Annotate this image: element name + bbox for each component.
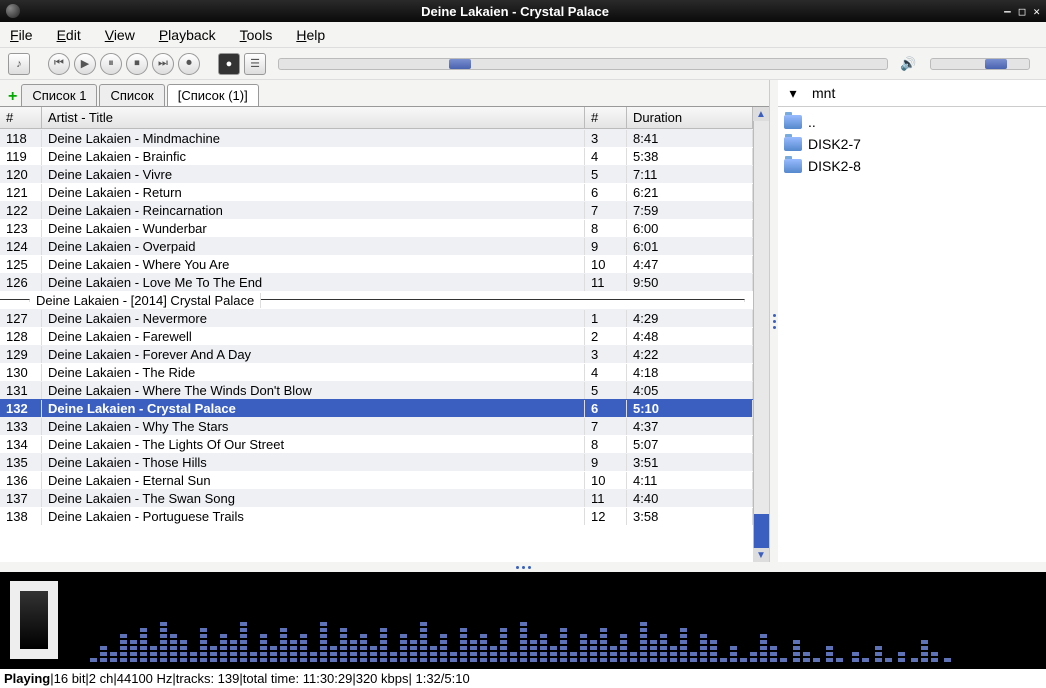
playlist-row[interactable]: 134Deine Lakaien - The Lights Of Our Str… (0, 435, 753, 453)
seek-thumb[interactable] (449, 59, 471, 69)
playlist-row[interactable]: 124Deine Lakaien - Overpaid96:01 (0, 237, 753, 255)
file-item[interactable]: DISK2-7 (780, 133, 1044, 155)
playlist-header: # Artist - Title # Duration (0, 107, 753, 129)
album-divider: Deine Lakaien - [2014] Crystal Palace (0, 291, 753, 309)
status-details: |16 bit|2 ch|44100 Hz|tracks: 139|total … (50, 671, 469, 686)
volume-thumb[interactable] (985, 59, 1007, 69)
prev-button[interactable]: ⏮ (48, 53, 70, 75)
app-icon (6, 4, 20, 18)
playlist-tabs: + Список 1Список[Список (1)] (0, 80, 769, 106)
scroll-up-icon[interactable]: ▲ (753, 107, 769, 121)
next-button[interactable]: ⏭ (152, 53, 174, 75)
playlist-scrollbar[interactable]: ▲ ▼ (753, 107, 769, 562)
playlist-row[interactable]: 122Deine Lakaien - Reincarnation77:59 (0, 201, 753, 219)
playlist-row[interactable]: 125Deine Lakaien - Where You Are104:47 (0, 255, 753, 273)
playlist-row[interactable]: 123Deine Lakaien - Wunderbar86:00 (0, 219, 753, 237)
file-browser: ▾ mnt ..DISK2-7DISK2-8 (778, 80, 1046, 562)
playlist-row[interactable]: 126Deine Lakaien - Love Me To The End119… (0, 273, 753, 291)
folder-icon (784, 137, 802, 151)
maximize-button[interactable]: □ (1019, 5, 1026, 18)
toolbar: ♪ ⏮ ▶ ⏸ ⏹ ⏭ ⏺ ● ☰ 🔊 (0, 48, 1046, 80)
album-art (10, 581, 58, 659)
menu-playback[interactable]: Playback (159, 27, 216, 43)
pane-resize-handle[interactable] (770, 80, 778, 562)
playlist-tab[interactable]: [Список (1)] (167, 84, 259, 106)
menu-file[interactable]: File (10, 27, 33, 43)
playlist-row[interactable]: 138Deine Lakaien - Portuguese Trails123:… (0, 507, 753, 525)
playlist-row[interactable]: 128Deine Lakaien - Farewell24:48 (0, 327, 753, 345)
menubar: File Edit View Playback Tools Help (0, 22, 1046, 48)
playlist-row[interactable]: 137Deine Lakaien - The Swan Song114:40 (0, 489, 753, 507)
vinyl-icon[interactable]: ● (218, 53, 240, 75)
add-tab-button[interactable]: + (4, 88, 21, 106)
playlist-tab[interactable]: Список (99, 84, 164, 106)
playlist-row[interactable]: 130Deine Lakaien - The Ride44:18 (0, 363, 753, 381)
scroll-down-icon[interactable]: ▼ (753, 548, 769, 562)
playlist-icon[interactable]: ☰ (244, 53, 266, 75)
browser-path: mnt (812, 85, 835, 101)
menu-view[interactable]: View (105, 27, 135, 43)
col-artist-title[interactable]: Artist - Title (42, 107, 585, 128)
playlist-tab[interactable]: Список 1 (21, 84, 97, 106)
volume-slider[interactable] (930, 58, 1030, 70)
col-index[interactable]: # (0, 107, 42, 128)
seek-slider[interactable] (278, 58, 888, 70)
statusbar: Playing |16 bit|2 ch|44100 Hz|tracks: 13… (0, 668, 1046, 688)
playlist-row[interactable]: 133Deine Lakaien - Why The Stars74:37 (0, 417, 753, 435)
playlist-row[interactable]: 120Deine Lakaien - Vivre57:11 (0, 165, 753, 183)
scroll-thumb[interactable] (754, 514, 769, 548)
playlist-row[interactable]: 136Deine Lakaien - Eternal Sun104:11 (0, 471, 753, 489)
music-note-icon[interactable]: ♪ (8, 53, 30, 75)
horizontal-resize-handle[interactable] (0, 562, 1046, 572)
pause-button[interactable]: ⏸ (100, 53, 122, 75)
menu-edit[interactable]: Edit (57, 27, 81, 43)
playlist: # Artist - Title # Duration 118Deine Lak… (0, 107, 753, 562)
playlist-row[interactable]: 121Deine Lakaien - Return66:21 (0, 183, 753, 201)
file-item[interactable]: .. (780, 111, 1044, 133)
window-title: Deine Lakaien - Crystal Palace (26, 4, 1004, 19)
menu-help[interactable]: Help (296, 27, 325, 43)
playlist-row[interactable]: 127Deine Lakaien - Nevermore14:29 (0, 309, 753, 327)
playlist-row[interactable]: 132Deine Lakaien - Crystal Palace65:10 (0, 399, 753, 417)
playlist-row[interactable]: 118Deine Lakaien - Mindmachine38:41 (0, 129, 753, 147)
play-button[interactable]: ▶ (74, 53, 96, 75)
visualizer (0, 572, 1046, 668)
menu-tools[interactable]: Tools (240, 27, 273, 43)
folder-icon (784, 159, 802, 173)
minimize-button[interactable]: — (1004, 5, 1011, 18)
titlebar: Deine Lakaien - Crystal Palace — □ ✕ (0, 0, 1046, 22)
playlist-row[interactable]: 119Deine Lakaien - Brainfic45:38 (0, 147, 753, 165)
stop-button[interactable]: ⏹ (126, 53, 148, 75)
playlist-row[interactable]: 135Deine Lakaien - Those Hills93:51 (0, 453, 753, 471)
col-track[interactable]: # (585, 107, 627, 128)
playlist-row[interactable]: 131Deine Lakaien - Where The Winds Don't… (0, 381, 753, 399)
file-item[interactable]: DISK2-8 (780, 155, 1044, 177)
folder-icon (784, 115, 802, 129)
volume-icon: 🔊 (900, 56, 918, 72)
playlist-row[interactable]: 129Deine Lakaien - Forever And A Day34:2… (0, 345, 753, 363)
dropdown-icon[interactable]: ▾ (786, 85, 800, 102)
record-button[interactable]: ⏺ (178, 53, 200, 75)
playback-state: Playing (4, 671, 50, 686)
col-duration[interactable]: Duration (627, 107, 753, 128)
close-button[interactable]: ✕ (1033, 5, 1040, 18)
